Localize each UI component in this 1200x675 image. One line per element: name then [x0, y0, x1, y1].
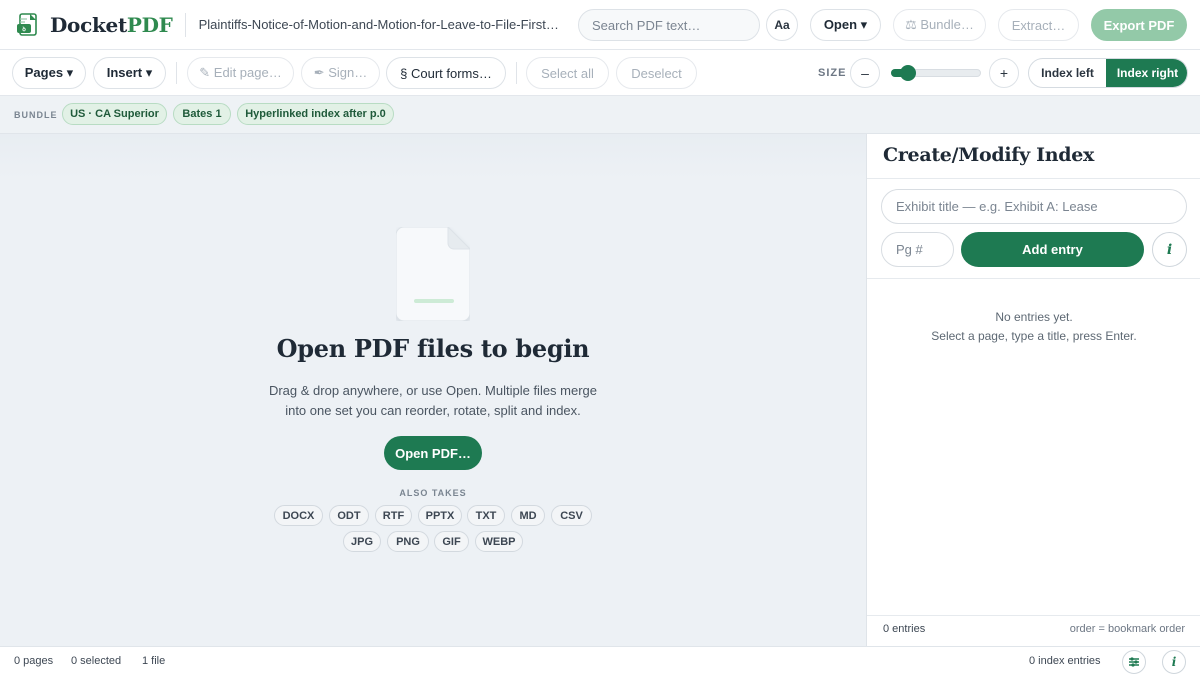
index-panel-title: Create/Modify Index	[883, 144, 1095, 166]
document-filename: Plaintiffs-Notice-of-Motion-and-Motion-f…	[198, 17, 563, 32]
status-bar: 0 pages 0 selected 1 file 0 index entrie…	[0, 646, 1200, 675]
divider	[867, 178, 1200, 179]
selected-count: 0 selected	[71, 655, 122, 667]
format-chip: GIF	[434, 531, 469, 552]
drop-zone[interactable]: Open PDF files to begin Drag & drop anyw…	[0, 134, 866, 646]
logo-text-accent: PDF	[126, 12, 173, 37]
court-forms-button[interactable]: § Court forms…	[386, 57, 506, 89]
thumbnail-size-slider[interactable]	[891, 65, 981, 81]
also-takes-label: ALSO TAKES	[399, 488, 467, 498]
open-pdf-button[interactable]: Open PDF…	[384, 436, 482, 470]
empty-entries-message: No entries yet.	[995, 310, 1073, 324]
description-line: into one set you can reorder, rotate, sp…	[285, 403, 581, 418]
format-chip: MD	[511, 505, 545, 526]
index-right-option[interactable]: Index right	[1106, 59, 1187, 87]
empty-state-description: Drag & drop anywhere, or use Open. Multi…	[258, 381, 608, 421]
bundle-label: BUNDLE	[14, 110, 58, 120]
pages-menu-button[interactable]: Pages ▾	[12, 57, 86, 89]
format-chip: PNG	[387, 531, 429, 552]
page-number-input[interactable]	[881, 232, 954, 267]
info-icon[interactable]: i	[1152, 232, 1187, 267]
info-icon[interactable]: i	[1162, 650, 1186, 674]
select-all-button[interactable]: Select all	[526, 57, 609, 89]
bundle-chip-court[interactable]: US · CA Superior	[62, 103, 167, 125]
format-chip: CSV	[551, 505, 592, 526]
format-chip: RTF	[375, 505, 412, 526]
bundle-chip-index[interactable]: Hyperlinked index after p.0	[237, 103, 394, 125]
empty-state-title: Open PDF files to begin	[276, 334, 590, 363]
sliders-icon	[1129, 657, 1139, 667]
index-position-toggle: Index left Index right	[1028, 58, 1188, 88]
extract-button[interactable]: Extract…	[998, 9, 1079, 41]
export-pdf-button[interactable]: Export PDF	[1091, 9, 1187, 41]
app-header: ꝺ DocketPDF Plaintiffs-Notice-of-Motion-…	[0, 0, 1200, 50]
format-chip: WEBP	[475, 531, 523, 552]
insert-menu-button[interactable]: Insert ▾	[93, 57, 166, 89]
file-count: 1 file	[142, 655, 166, 667]
pdf-search-input[interactable]	[578, 9, 760, 41]
bundle-bar: BUNDLE US · CA Superior Bates 1 Hyperlin…	[0, 96, 1200, 134]
deselect-button[interactable]: Deselect	[616, 57, 697, 89]
slider-handle[interactable]	[900, 65, 916, 81]
format-chip: JPG	[343, 531, 381, 552]
font-settings-button[interactable]: Aa	[766, 9, 798, 41]
toolbar-divider	[516, 62, 517, 84]
toolbar-divider	[176, 62, 177, 84]
size-decrease-button[interactable]: –	[850, 58, 880, 88]
format-chip: TXT	[467, 505, 505, 526]
page-toolbar: Pages ▾ Insert ▾ ✎ Edit page… ✒ Sign… § …	[0, 50, 1200, 96]
size-label: SIZE	[818, 67, 847, 79]
app-logo: ꝺ DocketPDF	[16, 12, 173, 38]
add-entry-button[interactable]: Add entry	[961, 232, 1144, 267]
document-icon	[396, 227, 470, 321]
format-chip: PPTX	[418, 505, 462, 526]
index-panel: Create/Modify Index Add entry i No entri…	[866, 134, 1200, 646]
format-chip: ODT	[329, 505, 369, 526]
exhibit-title-input[interactable]	[881, 189, 1187, 224]
edit-page-button[interactable]: ✎ Edit page…	[187, 57, 294, 89]
svg-text:ꝺ: ꝺ	[22, 26, 26, 33]
logo-icon: ꝺ	[17, 12, 37, 36]
index-entries-count: 0 index entries	[1029, 655, 1101, 667]
bundle-chip-bates[interactable]: Bates 1	[173, 103, 231, 125]
format-chip: DOCX	[274, 505, 323, 526]
description-line: Drag & drop anywhere, or use Open. Multi…	[268, 383, 598, 398]
entries-count: 0 entries	[883, 623, 926, 635]
index-left-option[interactable]: Index left	[1029, 59, 1106, 87]
header-divider	[184, 12, 186, 37]
sign-button[interactable]: ✒ Sign…	[301, 57, 380, 89]
page-count: 0 pages	[14, 655, 54, 667]
filter-icon[interactable]	[1122, 650, 1146, 674]
order-note: order = bookmark order	[1069, 623, 1185, 635]
divider	[867, 278, 1200, 279]
logo-text: DocketPDF	[50, 13, 173, 37]
logo-text-dark: Docket	[50, 12, 127, 37]
divider	[867, 615, 1200, 616]
empty-entries-hint: Select a page, type a title, press Enter…	[931, 329, 1137, 343]
open-menu-button[interactable]: Open ▾	[810, 9, 881, 41]
bundle-button[interactable]: ⚖ Bundle…	[893, 9, 986, 41]
size-increase-button[interactable]: +	[989, 58, 1019, 88]
